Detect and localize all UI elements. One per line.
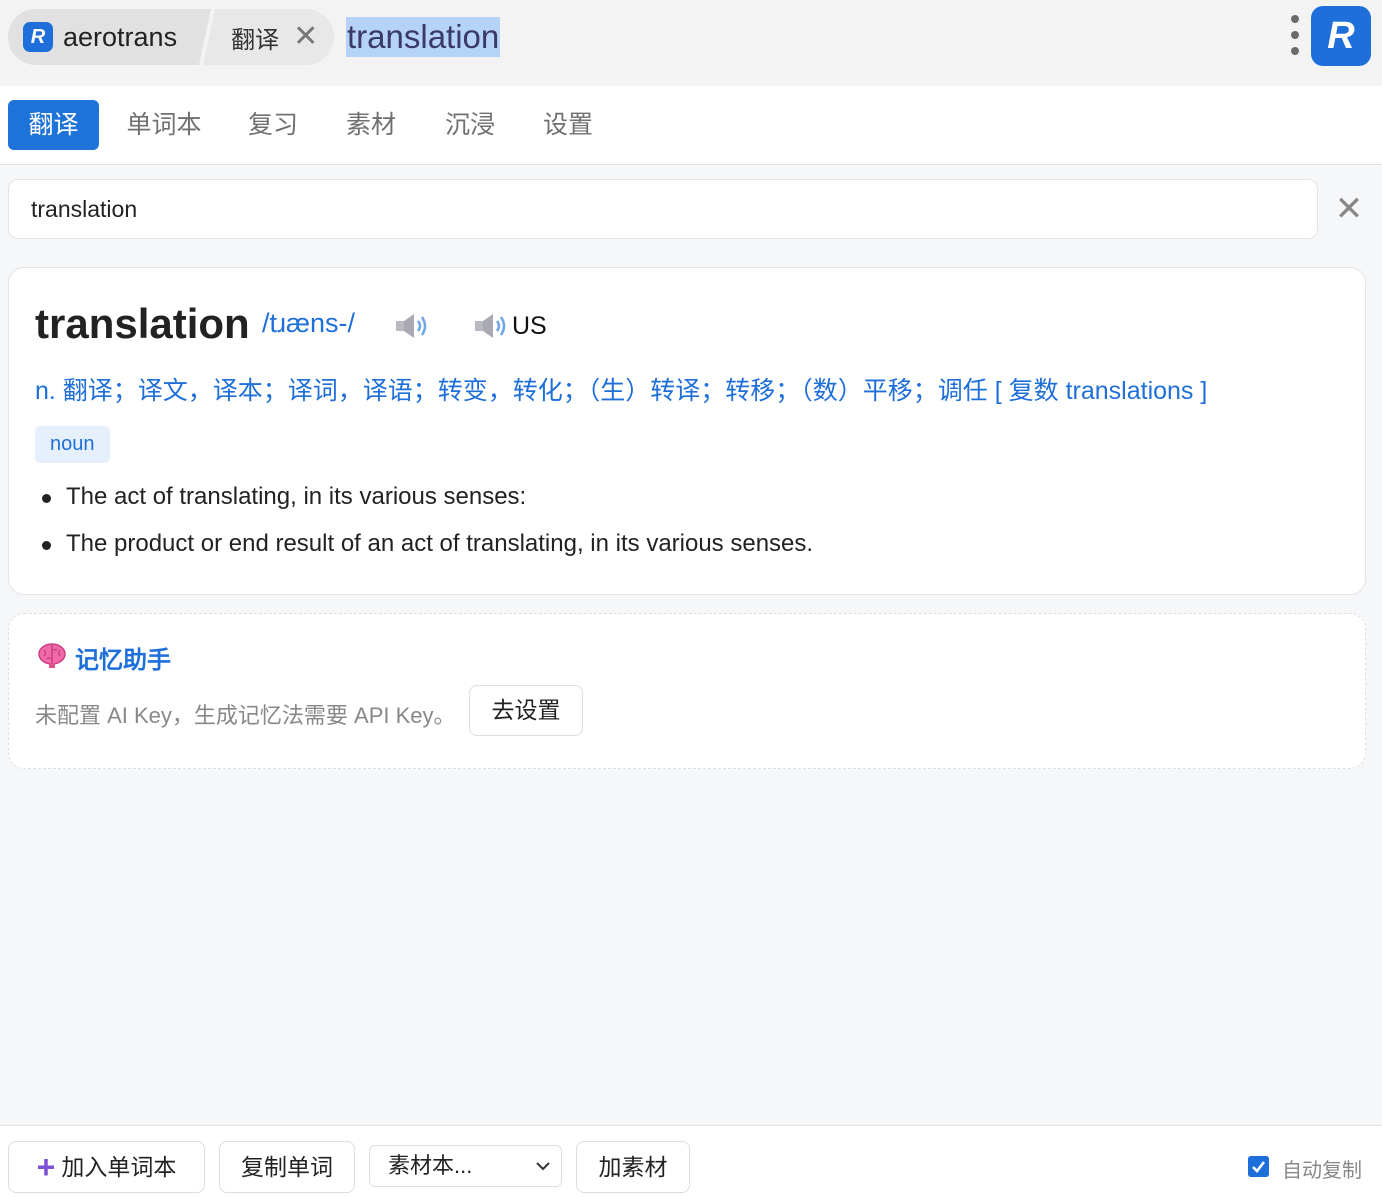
tab-review[interactable]: 复习 bbox=[236, 100, 310, 150]
bullet-icon bbox=[42, 494, 51, 503]
query-text[interactable]: translation bbox=[346, 17, 501, 57]
auto-copy-checkbox[interactable] bbox=[1248, 1156, 1269, 1177]
pos-badge: noun bbox=[35, 426, 110, 463]
add-material-button[interactable]: 加素材 bbox=[576, 1141, 690, 1193]
speaker-icon[interactable] bbox=[394, 312, 430, 340]
plus-icon: + bbox=[36, 1149, 56, 1185]
search-input[interactable]: translation bbox=[8, 179, 1318, 239]
bottom-toolbar: + 加入单词本 复制单词 素材本... 加素材 自动复制 bbox=[0, 1125, 1382, 1198]
breadcrumb: R aerotrans 翻译 ✕ bbox=[8, 9, 335, 65]
sense-item: The act of translating, in its various s… bbox=[66, 483, 527, 510]
chevron-down-icon bbox=[536, 1162, 550, 1171]
bullet-icon bbox=[42, 541, 51, 550]
more-vertical-icon[interactable] bbox=[1290, 15, 1300, 55]
brain-icon bbox=[38, 643, 66, 668]
sense-item: The product or end result of an act of t… bbox=[66, 530, 814, 557]
clear-icon[interactable]: ✕ bbox=[1334, 191, 1364, 227]
material-book-select[interactable]: 素材本... bbox=[369, 1145, 562, 1187]
tab-translate[interactable]: 翻译 bbox=[8, 100, 99, 150]
memory-title: 记忆助手 bbox=[75, 647, 171, 674]
tab-wordbook[interactable]: 单词本 bbox=[116, 100, 212, 150]
us-accent-label: US bbox=[512, 312, 547, 340]
headword: translation bbox=[35, 300, 250, 347]
translate-tab-crumb[interactable]: 翻译 ✕ bbox=[203, 9, 335, 65]
add-to-wordbook-label: 加入单词本 bbox=[61, 1154, 177, 1180]
go-settings-button[interactable]: 去设置 bbox=[469, 685, 583, 736]
speaker-us-icon[interactable] bbox=[473, 312, 509, 340]
title-bar: R aerotrans 翻译 ✕ translation R bbox=[0, 0, 1382, 86]
tab-materials[interactable]: 素材 bbox=[334, 100, 408, 150]
memory-message: 未配置 AI Key，生成记忆法需要 API Key。 bbox=[35, 703, 456, 728]
add-to-wordbook-button[interactable]: + 加入单词本 bbox=[8, 1141, 205, 1193]
copy-word-button[interactable]: 复制单词 bbox=[219, 1141, 355, 1193]
close-icon[interactable]: ✕ bbox=[293, 22, 318, 52]
app-name: aerotrans bbox=[63, 21, 178, 52]
main-nav: 翻译 单词本 复习 素材 沉浸 设置 bbox=[0, 86, 1382, 165]
memory-assistant-card: 记忆助手 未配置 AI Key，生成记忆法需要 API Key。 去设置 bbox=[8, 613, 1366, 769]
app-crumb[interactable]: R aerotrans bbox=[8, 9, 212, 65]
logo-icon[interactable]: R bbox=[1311, 6, 1371, 66]
material-book-select-value: 素材本... bbox=[388, 1153, 473, 1178]
tab-immersion[interactable]: 沉浸 bbox=[433, 100, 507, 150]
dictionary-entry-card: translation /tɹæns-/ US n. 翻译；译文，译本；译词，译… bbox=[8, 267, 1366, 595]
app-icon: R bbox=[23, 22, 53, 52]
auto-copy-label[interactable]: 自动复制 bbox=[1282, 1154, 1362, 1183]
phonetic: /tɹæns-/ bbox=[262, 308, 356, 338]
crumb-tab-label: 翻译 bbox=[231, 26, 280, 54]
chinese-definition: n. 翻译；译文，译本；译词，译语；转变，转化；（生）转译；转移；（数）平移；调… bbox=[35, 377, 1208, 405]
tab-settings[interactable]: 设置 bbox=[531, 100, 605, 150]
